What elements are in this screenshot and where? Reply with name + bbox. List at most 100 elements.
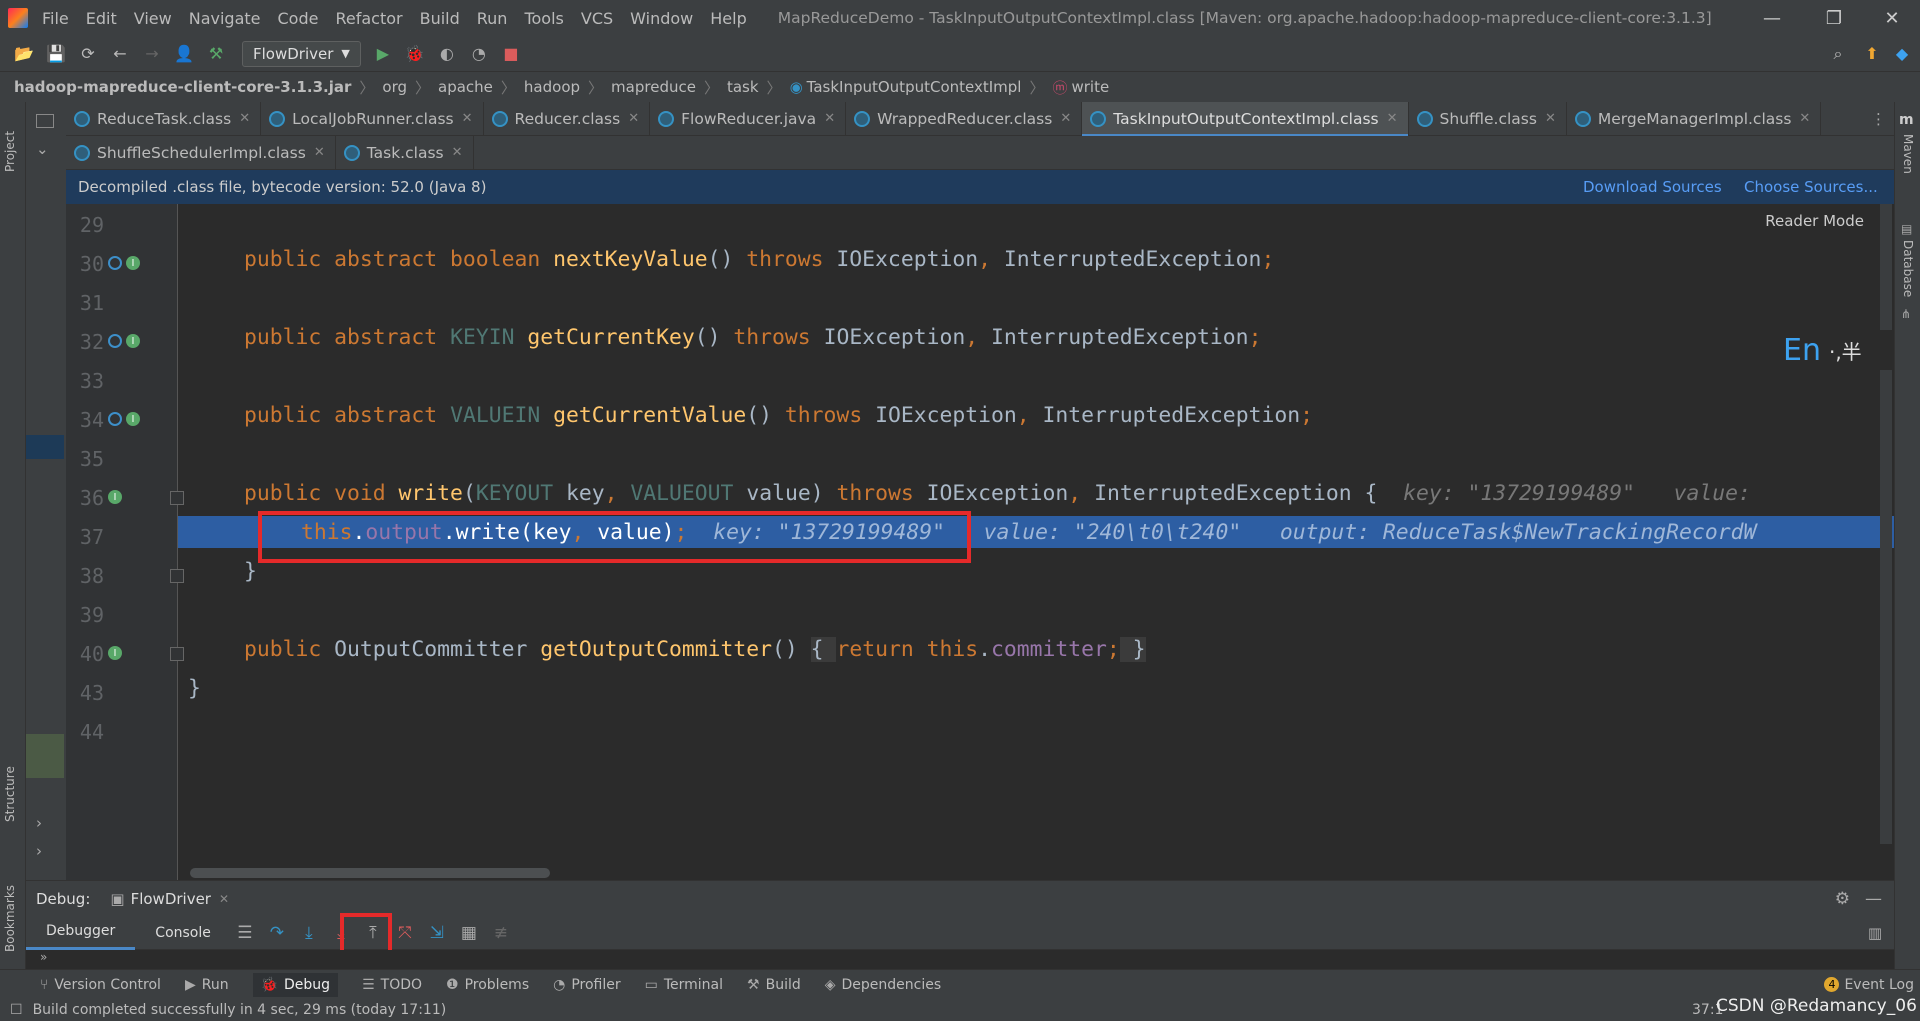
restore-icon[interactable]: ❐ [1810, 0, 1858, 36]
chevron-right-icon[interactable]: › [36, 814, 42, 832]
close-tab-icon[interactable]: ✕ [824, 111, 835, 126]
menu-tools[interactable]: Tools [524, 9, 563, 28]
project-tool-button[interactable]: Project [3, 131, 17, 172]
tab-console[interactable]: Console [135, 916, 231, 950]
tab-reducetask[interactable]: ReduceTask.class ✕ [66, 101, 262, 136]
coverage-icon[interactable]: ◐ [433, 40, 461, 68]
close-tab-icon[interactable]: ✕ [1060, 111, 1071, 126]
bookmarks-tool-button[interactable]: Bookmarks [3, 885, 17, 952]
tool-run[interactable]: ▶ Run [185, 977, 229, 993]
menu-view[interactable]: View [134, 9, 172, 28]
overrides-icon[interactable] [108, 334, 122, 348]
chevron-right-icon[interactable]: › [36, 842, 42, 860]
tab-shuffleschedulerimpl[interactable]: ShuffleSchedulerImpl.class ✕ [66, 135, 336, 170]
layout-icon[interactable]: ▥ [1868, 924, 1882, 942]
download-sources-link[interactable]: Download Sources [1583, 178, 1722, 196]
event-log-button[interactable]: 4 Event Log [1824, 977, 1914, 993]
menu-code[interactable]: Code [278, 9, 319, 28]
menu-window[interactable]: Window [630, 9, 693, 28]
tool-build[interactable]: ⚒ Build [747, 977, 801, 993]
tool-dependencies[interactable]: ◈ Dependencies [825, 977, 941, 993]
close-tab-icon[interactable]: ✕ [314, 145, 325, 160]
tab-reducer[interactable]: Reducer.class ✕ [484, 101, 651, 136]
menu-build[interactable]: Build [420, 9, 460, 28]
tab-wrappedreducer[interactable]: WrappedReducer.class ✕ [846, 101, 1083, 136]
tool-problems[interactable]: ❶ Problems [446, 977, 529, 993]
menu-edit[interactable]: Edit [86, 9, 117, 28]
forward-icon[interactable]: → [138, 40, 166, 68]
save-icon[interactable]: 💾 [42, 40, 70, 68]
minimize-icon[interactable]: — [1748, 0, 1796, 36]
breadcrumb-org[interactable]: org [382, 78, 407, 96]
debug-bug-icon[interactable]: 🐞 [401, 40, 429, 68]
overrides-icon[interactable] [108, 256, 122, 270]
search-icon[interactable]: ⌕ [1824, 40, 1852, 68]
close-tab-icon[interactable]: ✕ [628, 111, 639, 126]
drop-frame-icon[interactable]: ⤧ [391, 919, 419, 947]
close-tab-icon[interactable]: ✕ [1799, 111, 1810, 126]
implements-method-icon[interactable]: I [108, 490, 122, 504]
choose-sources-link[interactable]: Choose Sources... [1744, 178, 1878, 196]
close-tab-icon[interactable]: ✕ [219, 892, 229, 906]
tab-debugger[interactable]: Debugger [26, 916, 136, 950]
implemented-icon[interactable]: I [126, 334, 140, 348]
tab-task[interactable]: Task.class ✕ [336, 135, 474, 170]
tool-debug[interactable]: 🐞 Debug [252, 972, 339, 997]
tab-shuffle[interactable]: Shuffle.class ✕ [1409, 101, 1567, 136]
overrides-icon[interactable] [108, 412, 122, 426]
breadcrumb-mapreduce[interactable]: mapreduce [611, 78, 696, 96]
step-into-icon[interactable]: ⤓ [295, 919, 323, 947]
frames-menu-icon[interactable]: ☰ [231, 919, 259, 947]
fold-icon[interactable] [170, 569, 184, 583]
code-editor[interactable]: 29 30 31 32 33 34 35 36 37 38 39 40 43 4… [66, 204, 1894, 880]
breadcrumb-hadoop[interactable]: hadoop [524, 78, 580, 96]
menu-run[interactable]: Run [477, 9, 508, 28]
fold-icon[interactable] [170, 491, 184, 505]
sync-icon[interactable]: ⟳ [74, 40, 102, 68]
open-folder-icon[interactable]: 📂 [10, 40, 38, 68]
build-hammer-icon[interactable]: ⚒ [202, 40, 230, 68]
tab-localjobrunner[interactable]: LocalJobRunner.class ✕ [261, 101, 484, 136]
menu-file[interactable]: File [42, 9, 69, 28]
menu-refactor[interactable]: Refactor [335, 9, 402, 28]
gear-icon[interactable]: ⚙ [1835, 889, 1850, 909]
expand-icon[interactable]: » [40, 950, 47, 964]
close-tab-icon[interactable]: ✕ [1545, 111, 1556, 126]
tool-todo[interactable]: ☰ TODO [362, 977, 422, 993]
run-config-select[interactable]: FlowDriver ▼ [242, 40, 361, 67]
run-icon[interactable]: ▶ [369, 40, 397, 68]
breadcrumb-method[interactable]: write [1072, 78, 1110, 96]
close-tab-icon[interactable]: ✕ [452, 145, 463, 160]
run-to-cursor-icon[interactable]: ⇲ [423, 919, 451, 947]
trace-icon[interactable]: ≢ [487, 919, 515, 947]
tool-terminal[interactable]: ▭ Terminal [645, 977, 723, 993]
stop-icon[interactable]: ■ [497, 40, 525, 68]
menu-vcs[interactable]: VCS [581, 9, 613, 28]
profile-icon[interactable]: ◔ [465, 40, 493, 68]
implements-method-icon[interactable]: I [108, 646, 122, 660]
breadcrumb-task[interactable]: task [727, 78, 759, 96]
close-tab-icon[interactable]: ✕ [1387, 111, 1398, 126]
back-icon[interactable]: ← [106, 40, 134, 68]
step-over-icon[interactable]: ↷ [263, 919, 291, 947]
structure-tool-button[interactable]: Structure [3, 766, 17, 822]
close-window-icon[interactable]: ✕ [1868, 0, 1916, 36]
toolbox-icon[interactable]: ◆ [1888, 40, 1916, 68]
implemented-icon[interactable]: I [126, 412, 140, 426]
user-icon[interactable]: 👤 [170, 40, 198, 68]
vertical-scrollbar[interactable] [1880, 204, 1892, 844]
tool-version-control[interactable]: ⑂ Version Control [40, 977, 161, 993]
close-tab-icon[interactable]: ✕ [239, 111, 250, 126]
close-tab-icon[interactable]: ✕ [462, 111, 473, 126]
tab-taskinputoutputcontextimpl[interactable]: TaskInputOutputContextImpl.class ✕ [1082, 101, 1409, 137]
status-square-icon[interactable]: ☐ [10, 1002, 23, 1018]
debug-session-tab[interactable]: FlowDriver [131, 890, 211, 908]
chevron-down-icon[interactable]: ⌄ [36, 140, 49, 158]
database-tool-button[interactable]: Database [1901, 240, 1915, 297]
hierarchy-icon[interactable]: ⋔ [1901, 307, 1911, 321]
maven-tool-button[interactable]: Maven [1901, 134, 1915, 174]
panel-icon[interactable] [36, 114, 54, 128]
tab-flowreducer[interactable]: FlowReducer.java ✕ [650, 101, 847, 136]
breadcrumb-jar[interactable]: hadoop-mapreduce-client-core-3.1.3.jar [14, 78, 351, 96]
more-tabs-icon[interactable]: ⋮ [1871, 110, 1886, 128]
